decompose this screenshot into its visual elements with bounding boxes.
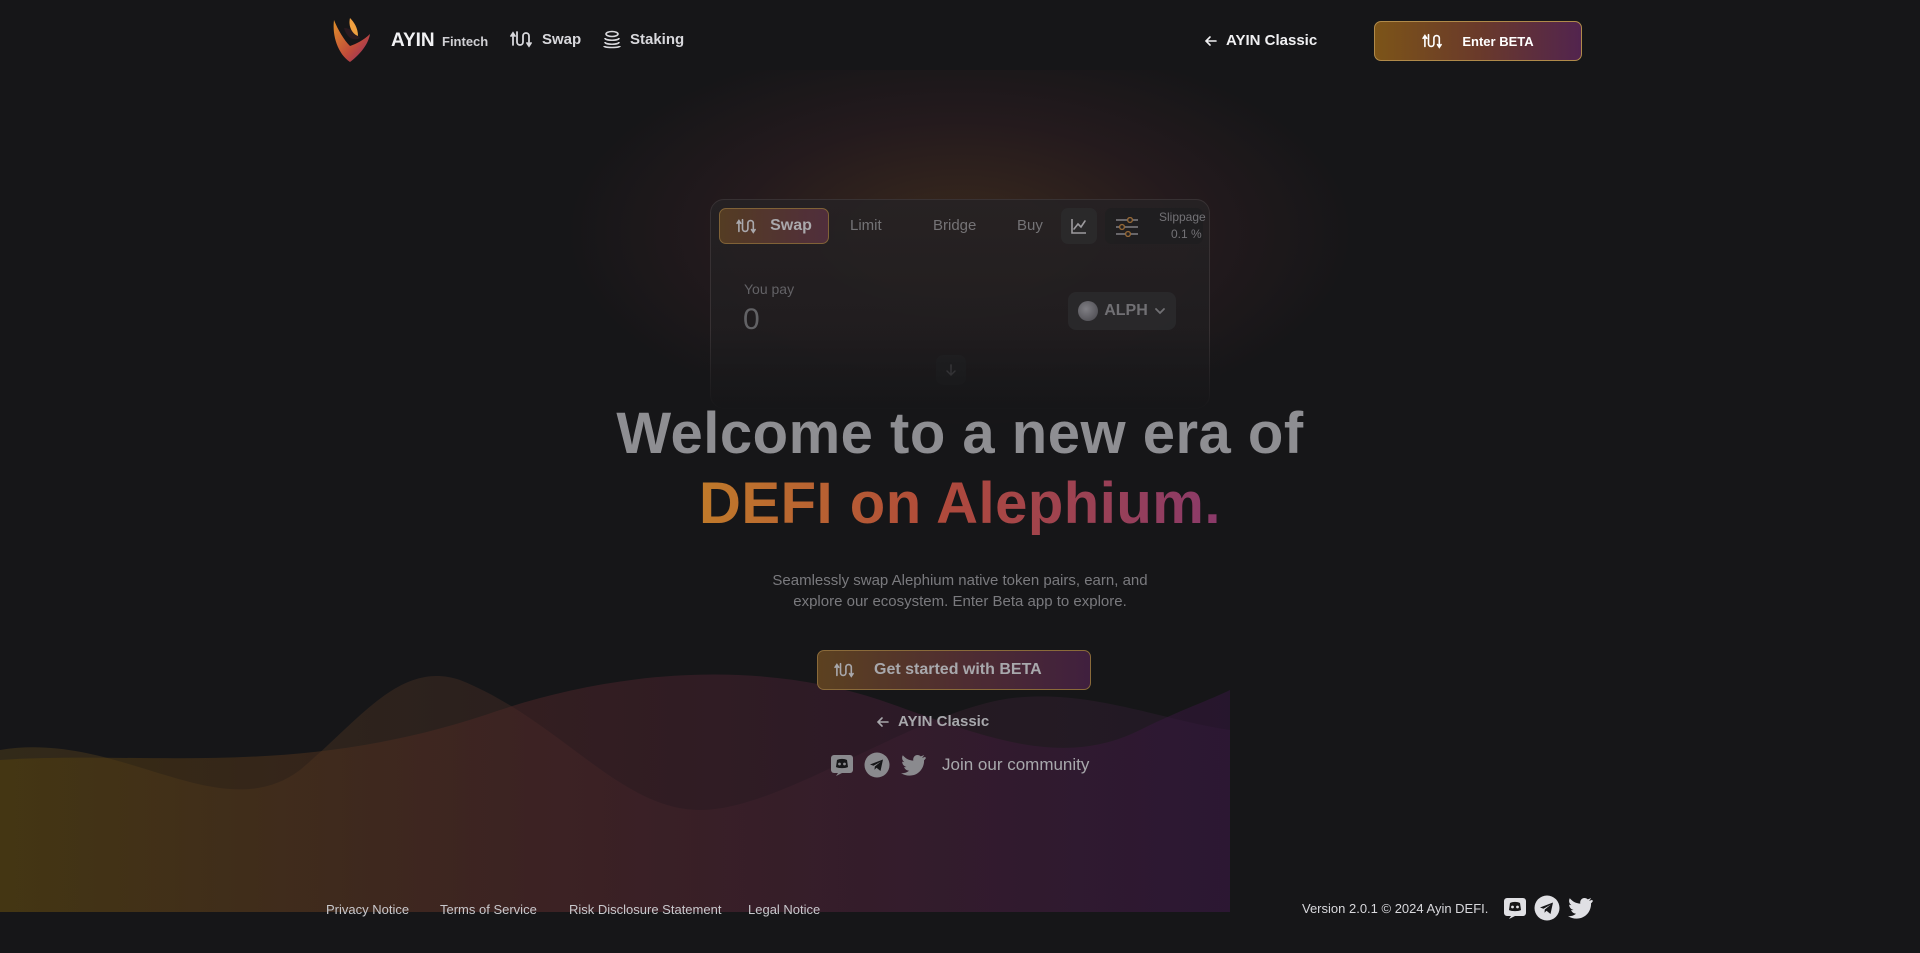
chevron-down-icon bbox=[1154, 308, 1165, 315]
ayin-classic-hero-link[interactable]: AYIN Classic bbox=[876, 713, 989, 730]
version-text: Version 2.0.1 © 2024 Ayin DEFI. bbox=[1302, 901, 1489, 916]
hero-title-line2: DEFI on Alephium. bbox=[0, 470, 1920, 537]
hero-subtitle: Seamlessly swap Alephium native token pa… bbox=[0, 570, 1920, 612]
hero-subtitle-line1: Seamlessly swap Alephium native token pa… bbox=[772, 572, 1148, 589]
discord-icon[interactable] bbox=[1503, 896, 1527, 920]
tab-buy[interactable]: Buy bbox=[1017, 217, 1043, 234]
hero-title-line1: Welcome to a new era of bbox=[616, 401, 1304, 466]
slippage-label: Slippage bbox=[1159, 210, 1206, 224]
get-started-label: Get started with BETA bbox=[874, 661, 1042, 678]
telegram-icon[interactable] bbox=[864, 752, 890, 778]
brand-name[interactable]: AYIN bbox=[391, 30, 435, 52]
ayin-classic-hero-label: AYIN Classic bbox=[898, 713, 990, 730]
slippage-value: 0.1 % bbox=[1171, 227, 1202, 241]
arrow-left-icon bbox=[876, 716, 889, 727]
swap-icon bbox=[510, 31, 532, 48]
footer-terms-link[interactable]: Terms of Service bbox=[440, 902, 537, 917]
nav-swap-label: Swap bbox=[542, 30, 582, 48]
twitter-icon[interactable] bbox=[1567, 897, 1593, 919]
tab-limit[interactable]: Limit bbox=[850, 217, 882, 234]
footer-social-links bbox=[1503, 895, 1593, 921]
nav-staking[interactable]: Staking bbox=[602, 29, 684, 49]
swap-icon bbox=[1422, 33, 1443, 49]
footer-privacy-link[interactable]: Privacy Notice bbox=[326, 902, 409, 917]
ayin-classic-label: AYIN Classic bbox=[1226, 32, 1318, 49]
nav-staking-label: Staking bbox=[630, 30, 685, 48]
sliders-icon bbox=[1116, 217, 1138, 237]
tab-swap-label: Swap bbox=[770, 217, 812, 234]
decorative-waves bbox=[0, 674, 1230, 912]
chart-icon bbox=[1071, 219, 1086, 234]
join-community-text: Join our community bbox=[942, 755, 1090, 774]
coins-icon bbox=[603, 30, 621, 49]
tab-swap[interactable]: Swap bbox=[719, 208, 829, 244]
chart-toggle-button[interactable] bbox=[1061, 208, 1097, 244]
alph-token-icon bbox=[1078, 301, 1099, 321]
telegram-icon[interactable] bbox=[1534, 895, 1560, 921]
token-symbol: ALPH bbox=[1104, 302, 1148, 319]
swap-icon bbox=[736, 218, 757, 234]
token-select-button[interactable]: ALPH bbox=[1068, 292, 1176, 330]
nav-swap[interactable]: Swap bbox=[510, 29, 581, 49]
slippage-settings-button[interactable]: Slippage 0.1 % bbox=[1105, 208, 1206, 244]
ayin-logo[interactable] bbox=[328, 16, 372, 64]
swap-tabs: Swap Limit Bridge Buy Slippage 0.1 % bbox=[719, 208, 1206, 244]
swap-icon bbox=[834, 662, 854, 678]
hero-title-gradient: DEFI on Alephium. bbox=[699, 471, 1221, 536]
brand-subtitle: Fintech bbox=[442, 34, 489, 49]
footer-risk-link[interactable]: Risk Disclosure Statement bbox=[569, 902, 721, 917]
tab-bridge[interactable]: Bridge bbox=[933, 217, 976, 234]
discord-icon[interactable] bbox=[830, 753, 854, 777]
arrow-left-icon bbox=[1204, 35, 1217, 46]
enter-beta-button[interactable]: Enter BETA bbox=[1374, 21, 1582, 61]
get-started-beta-button[interactable]: Get started with BETA bbox=[817, 650, 1091, 690]
site-header: AYIN Fintech Swap Staking AYIN Classic E… bbox=[0, 0, 1920, 84]
twitter-icon[interactable] bbox=[900, 754, 926, 776]
footer-legal-link[interactable]: Legal Notice bbox=[748, 902, 820, 917]
you-pay-label: You pay bbox=[744, 281, 795, 297]
community-links: Join our community bbox=[830, 752, 1089, 778]
hero-subtitle-line2: explore our ecosystem. Enter Beta app to… bbox=[793, 593, 1127, 610]
enter-beta-label: Enter BETA bbox=[1462, 33, 1534, 49]
ayin-classic-link[interactable]: AYIN Classic bbox=[1204, 32, 1317, 49]
